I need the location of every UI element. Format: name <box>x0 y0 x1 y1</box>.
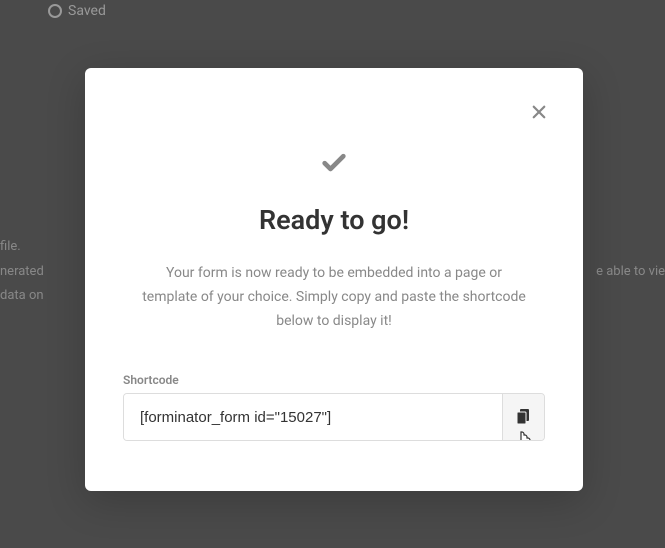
copy-button[interactable] <box>502 394 544 440</box>
shortcode-container <box>123 393 545 441</box>
saved-label: Saved <box>68 3 106 19</box>
shortcode-input[interactable] <box>124 394 502 440</box>
shortcode-label: Shortcode <box>123 373 545 387</box>
bg-right-text: e able to vie <box>596 260 665 285</box>
close-icon <box>530 103 548 121</box>
modal-description: Your form is now ready to be embedded in… <box>123 262 545 333</box>
close-button[interactable] <box>523 96 555 128</box>
bg-left-text: file. nerated data on <box>0 235 44 309</box>
cursor-pointer-icon <box>515 430 533 441</box>
copy-icon <box>517 409 531 425</box>
modal-title: Ready to go! <box>123 204 545 236</box>
success-check-icon <box>123 148 545 176</box>
saved-indicator: Saved <box>48 3 106 19</box>
ready-modal: Ready to go! Your form is now ready to b… <box>85 68 583 491</box>
saved-check-icon <box>48 4 62 18</box>
